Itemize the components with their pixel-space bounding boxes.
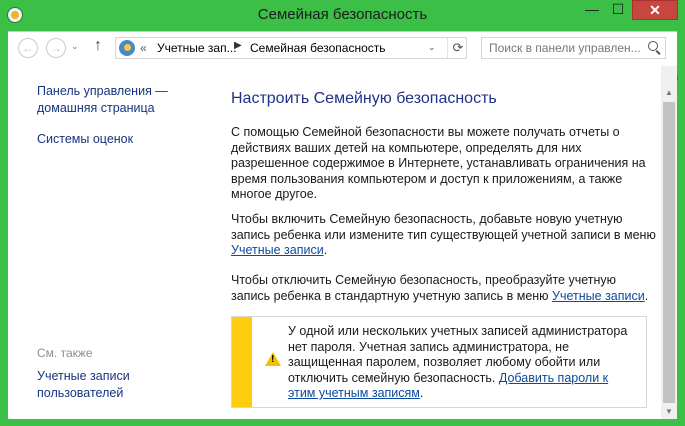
see-also-label: См. также: [37, 346, 93, 360]
address-bar[interactable]: « Учетные зап... ▶ Семейная безопасность…: [115, 37, 467, 59]
refresh-icon[interactable]: ⟳: [447, 38, 468, 58]
sidebar-item-user-accounts[interactable]: Учетные записи пользователей: [37, 368, 167, 402]
scroll-down-icon[interactable]: ▼: [665, 407, 673, 416]
enable-end: .: [323, 243, 328, 257]
warning-bar: [232, 317, 252, 407]
window-content: ← → ⌄ ↑ « Учетные зап... ▶ Семейная безо…: [8, 31, 678, 419]
disable-end: .: [644, 288, 649, 303]
forward-button[interactable]: →: [46, 38, 66, 58]
scrollbar-thumb[interactable]: [663, 102, 675, 403]
sidebar-item-rating-systems[interactable]: Системы оценок: [37, 131, 133, 148]
description-paragraph: С помощью Семейной безопасности вы может…: [231, 125, 646, 201]
search-icon[interactable]: [648, 41, 658, 51]
search-placeholder: Поиск в панели управлен...: [489, 41, 641, 55]
user-accounts-link-2[interactable]: Учетные записи: [552, 289, 645, 303]
enable-text: Чтобы включить Семейную безопасность, до…: [231, 212, 656, 242]
up-button[interactable]: ↑: [94, 37, 102, 55]
breadcrumb-separator-icon[interactable]: ▶: [234, 40, 242, 51]
sidebar-item-control-panel-home[interactable]: Панель управления — домашняя страница: [37, 83, 197, 117]
vertical-scrollbar[interactable]: ▲ ▼: [661, 66, 677, 419]
enable-paragraph: Чтобы включить Семейную безопасность, до…: [231, 212, 656, 259]
maximize-button[interactable]: ☐: [604, 0, 632, 20]
minimize-button[interactable]: —: [578, 0, 606, 20]
warning-end: .: [419, 386, 424, 400]
breadcrumb-user-accounts[interactable]: Учетные зап...: [157, 41, 237, 55]
navigation-bar: ← → ⌄ ↑ « Учетные зап... ▶ Семейная безо…: [8, 32, 677, 66]
scroll-up-icon[interactable]: ▲: [665, 88, 673, 97]
window: Семейная безопасность — ☐ ✕ ← → ⌄ ↑ « Уч…: [0, 0, 685, 426]
search-input[interactable]: Поиск в панели управлен...: [481, 37, 666, 59]
disable-paragraph: Чтобы отключить Семейную безопасность, п…: [231, 273, 656, 304]
address-dropdown-icon[interactable]: ⌄: [428, 42, 436, 53]
user-accounts-link[interactable]: Учетные записи: [231, 243, 324, 257]
page-title: Настроить Семейную безопасность: [231, 90, 497, 107]
sidebar: Панель управления — домашняя страница Си…: [8, 66, 213, 419]
control-panel-icon: [119, 40, 135, 56]
recent-locations-dropdown[interactable]: ⌄: [71, 41, 79, 52]
breadcrumb-family-safety[interactable]: Семейная безопасность: [250, 41, 386, 55]
back-button[interactable]: ←: [18, 38, 38, 58]
warning-icon: [265, 352, 281, 366]
close-button[interactable]: ✕: [632, 0, 678, 20]
title-bar[interactable]: Семейная безопасность — ☐ ✕: [0, 0, 685, 31]
more-locations-button[interactable]: «: [140, 41, 147, 55]
warning-box: У одной или нескольких учетных записей а…: [231, 316, 647, 408]
warning-text: У одной или нескольких учетных записей а…: [288, 324, 638, 402]
